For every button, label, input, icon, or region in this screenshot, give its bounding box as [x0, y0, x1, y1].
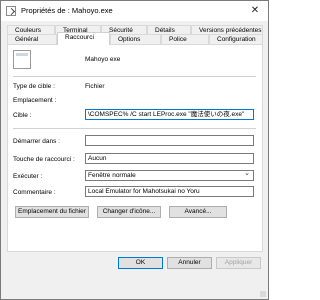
divider — [13, 76, 256, 77]
start-in-field[interactable] — [85, 135, 254, 146]
shortcut-file-icon — [6, 6, 16, 16]
cancel-button[interactable]: Annuler — [167, 257, 212, 269]
run-label: Exécuter : — [13, 173, 43, 180]
window-title: Propriétés de : Mahoyo.exe — [21, 6, 113, 15]
type-label: Type de cible : — [13, 83, 55, 90]
advanced-button[interactable]: Avancé... — [169, 206, 227, 218]
run-select[interactable]: Fenêtre normale — [85, 170, 254, 181]
app-file-icon — [13, 50, 31, 69]
divider — [13, 128, 256, 129]
resize-grip-icon[interactable] — [260, 291, 266, 297]
comment-field[interactable]: Local Emulator for Mahotsukai no Yoru — [85, 186, 254, 197]
start-in-label: Démarrer dans : — [13, 138, 60, 145]
target-field[interactable]: \COMSPEC% /C start LEProc.exe "魔法使いの夜.ex… — [85, 109, 254, 120]
location-label: Emplacement : — [13, 97, 57, 104]
file-location-button[interactable]: Emplacement du fichier — [15, 206, 89, 218]
type-value: Fichier — [85, 83, 105, 90]
hotkey-field[interactable]: Aucun — [85, 153, 254, 164]
shortcut-name: Mahoyo exe — [85, 56, 121, 63]
properties-window: Propriétés de : Mahoyo.exe ✕ Couleurs Te… — [0, 0, 269, 300]
comment-label: Commentaire : — [13, 189, 56, 196]
title-bar: Propriétés de : Mahoyo.exe ✕ — [1, 1, 268, 21]
tab-raccourci[interactable]: Raccourci — [57, 32, 110, 45]
change-icon-button[interactable]: Changer d'icône... — [97, 206, 161, 218]
ok-button[interactable]: OK — [118, 257, 163, 269]
hotkey-label: Touche de raccourci : — [13, 156, 75, 163]
close-button[interactable]: ✕ — [245, 3, 265, 19]
target-label: Cible : — [13, 112, 32, 119]
apply-button[interactable]: Appliquer — [216, 257, 261, 269]
